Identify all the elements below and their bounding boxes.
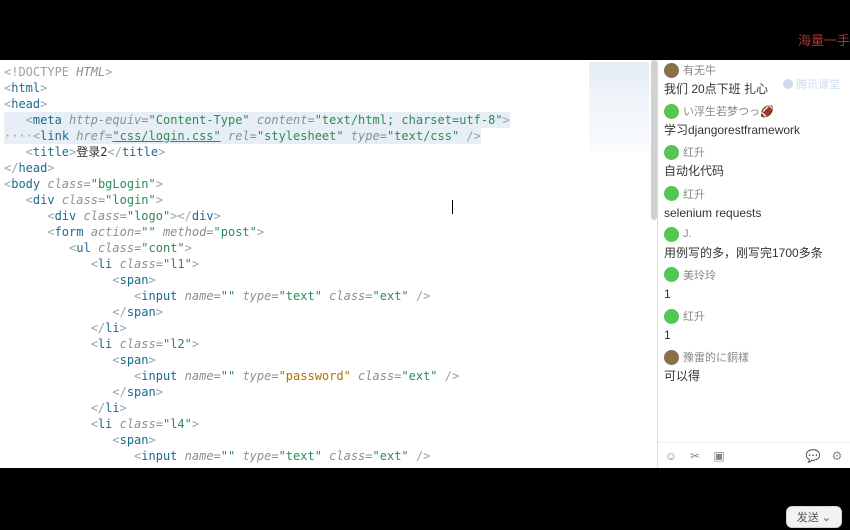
send-label: 发送 xyxy=(797,509,819,525)
chat-toolbar: ☺ ✂ ▣ 💬 ⚙ xyxy=(658,442,850,468)
chat-username: J. xyxy=(683,228,692,240)
chat-text: 1 xyxy=(664,327,844,343)
code-line[interactable]: <li class="l4"> xyxy=(4,416,653,432)
chat-text: 可以得 xyxy=(664,368,844,384)
image-icon[interactable]: ▣ xyxy=(712,449,726,463)
chat-username: 豫雷的に銅樣 xyxy=(683,349,749,365)
code-line[interactable]: <li class="l2"> xyxy=(4,336,653,352)
watermark-text: 腾讯课堂 xyxy=(796,76,840,92)
chat-username: 红升 xyxy=(683,144,705,160)
code-line[interactable]: <form action="" method="post"> xyxy=(4,224,653,240)
code-line[interactable]: <ul class="cont"> xyxy=(4,240,653,256)
chat-text: selenium requests xyxy=(664,205,844,221)
scrollbar-vertical[interactable] xyxy=(651,60,657,220)
code-line[interactable]: <input name="" type="text" class="ext" /… xyxy=(4,448,653,464)
avatar xyxy=(664,104,679,119)
chevron-down-icon: ⌄ xyxy=(822,511,831,524)
code-line[interactable]: ····<link href="css/login.css" rel="styl… xyxy=(4,128,481,144)
code-line[interactable]: <span> xyxy=(4,272,653,288)
chat-message[interactable]: 红升 selenium requests xyxy=(664,186,844,221)
code-line[interactable]: <!DOCTYPE HTML> xyxy=(4,64,653,80)
code-line[interactable]: <html> xyxy=(4,80,653,96)
watermark-icon xyxy=(783,79,793,89)
code-line[interactable]: </li> xyxy=(4,400,653,416)
chat-text: 用例写的多，刚写完1700多条 xyxy=(664,245,844,261)
code-editor[interactable]: <!DOCTYPE HTML> <html> <head> <meta http… xyxy=(0,60,657,468)
code-line[interactable]: <li class="l1"> xyxy=(4,256,653,272)
chat-message-list[interactable]: 有无牛我们 20点下班 扎心い浮生若梦つっ🏈学习djangorestframew… xyxy=(658,60,850,442)
promo-text: 海量一手 xyxy=(798,30,850,49)
avatar xyxy=(664,309,679,324)
code-line[interactable]: <input name="" type="text" class="ext" /… xyxy=(4,288,653,304)
send-button[interactable]: 发送 ⌄ xyxy=(786,506,842,528)
chat-text: 1 xyxy=(664,286,844,302)
avatar xyxy=(664,350,679,365)
emoji-icon[interactable]: ☺ xyxy=(664,449,678,463)
watermark: 腾讯课堂 xyxy=(783,76,840,92)
chat-sidebar: 腾讯课堂 有无牛我们 20点下班 扎心い浮生若梦つっ🏈学习djangorestf… xyxy=(657,60,850,468)
code-line[interactable]: <span> xyxy=(4,352,653,368)
code-line[interactable]: <body class="bgLogin"> xyxy=(4,176,653,192)
avatar xyxy=(664,227,679,242)
chat-message[interactable]: 豫雷的に銅樣可以得 xyxy=(664,349,844,384)
minimap[interactable] xyxy=(589,62,649,152)
code-line[interactable]: <input name="" type="password" class="ex… xyxy=(4,368,653,384)
settings-gear-icon[interactable]: ⚙ xyxy=(830,449,844,463)
text-cursor xyxy=(452,200,453,214)
scissors-icon[interactable]: ✂ xyxy=(688,449,702,463)
chat-bubble-icon[interactable]: 💬 xyxy=(806,449,820,463)
avatar xyxy=(664,267,679,282)
avatar xyxy=(664,145,679,160)
chat-message[interactable]: 红升自动化代码 xyxy=(664,144,844,179)
chat-username: い浮生若梦つっ🏈 xyxy=(683,103,774,119)
chat-text: 学习djangorestframework xyxy=(664,122,844,138)
chat-username: 有无牛 xyxy=(683,62,716,78)
code-line[interactable]: <meta http-equiv="Content-Type" content=… xyxy=(4,112,510,128)
code-line[interactable]: <div class="logo"></div> xyxy=(4,208,653,224)
chat-message[interactable]: 红升 1 xyxy=(664,308,844,343)
chat-username: 红升 xyxy=(683,308,705,324)
chat-text: 自动化代码 xyxy=(664,163,844,179)
code-line[interactable]: </span> xyxy=(4,304,653,320)
avatar xyxy=(664,186,679,201)
avatar xyxy=(664,63,679,78)
code-line[interactable]: <div class="login"> xyxy=(4,192,653,208)
chat-username: 美玲玲 xyxy=(683,267,716,283)
chat-message[interactable]: い浮生若梦つっ🏈 学习djangorestframework xyxy=(664,103,844,138)
code-line[interactable]: <head> xyxy=(4,96,653,112)
code-line[interactable]: </li> xyxy=(4,320,653,336)
chat-message[interactable]: 美玲玲 1 xyxy=(664,267,844,302)
code-line[interactable]: <title>登录2</title> xyxy=(4,144,653,160)
code-line[interactable]: <span> xyxy=(4,432,653,448)
chat-message[interactable]: J. 用例写的多，刚写完1700多条 xyxy=(664,227,844,261)
chat-username: 红升 xyxy=(683,186,705,202)
code-line[interactable]: </span> xyxy=(4,384,653,400)
code-line[interactable]: </head> xyxy=(4,160,653,176)
